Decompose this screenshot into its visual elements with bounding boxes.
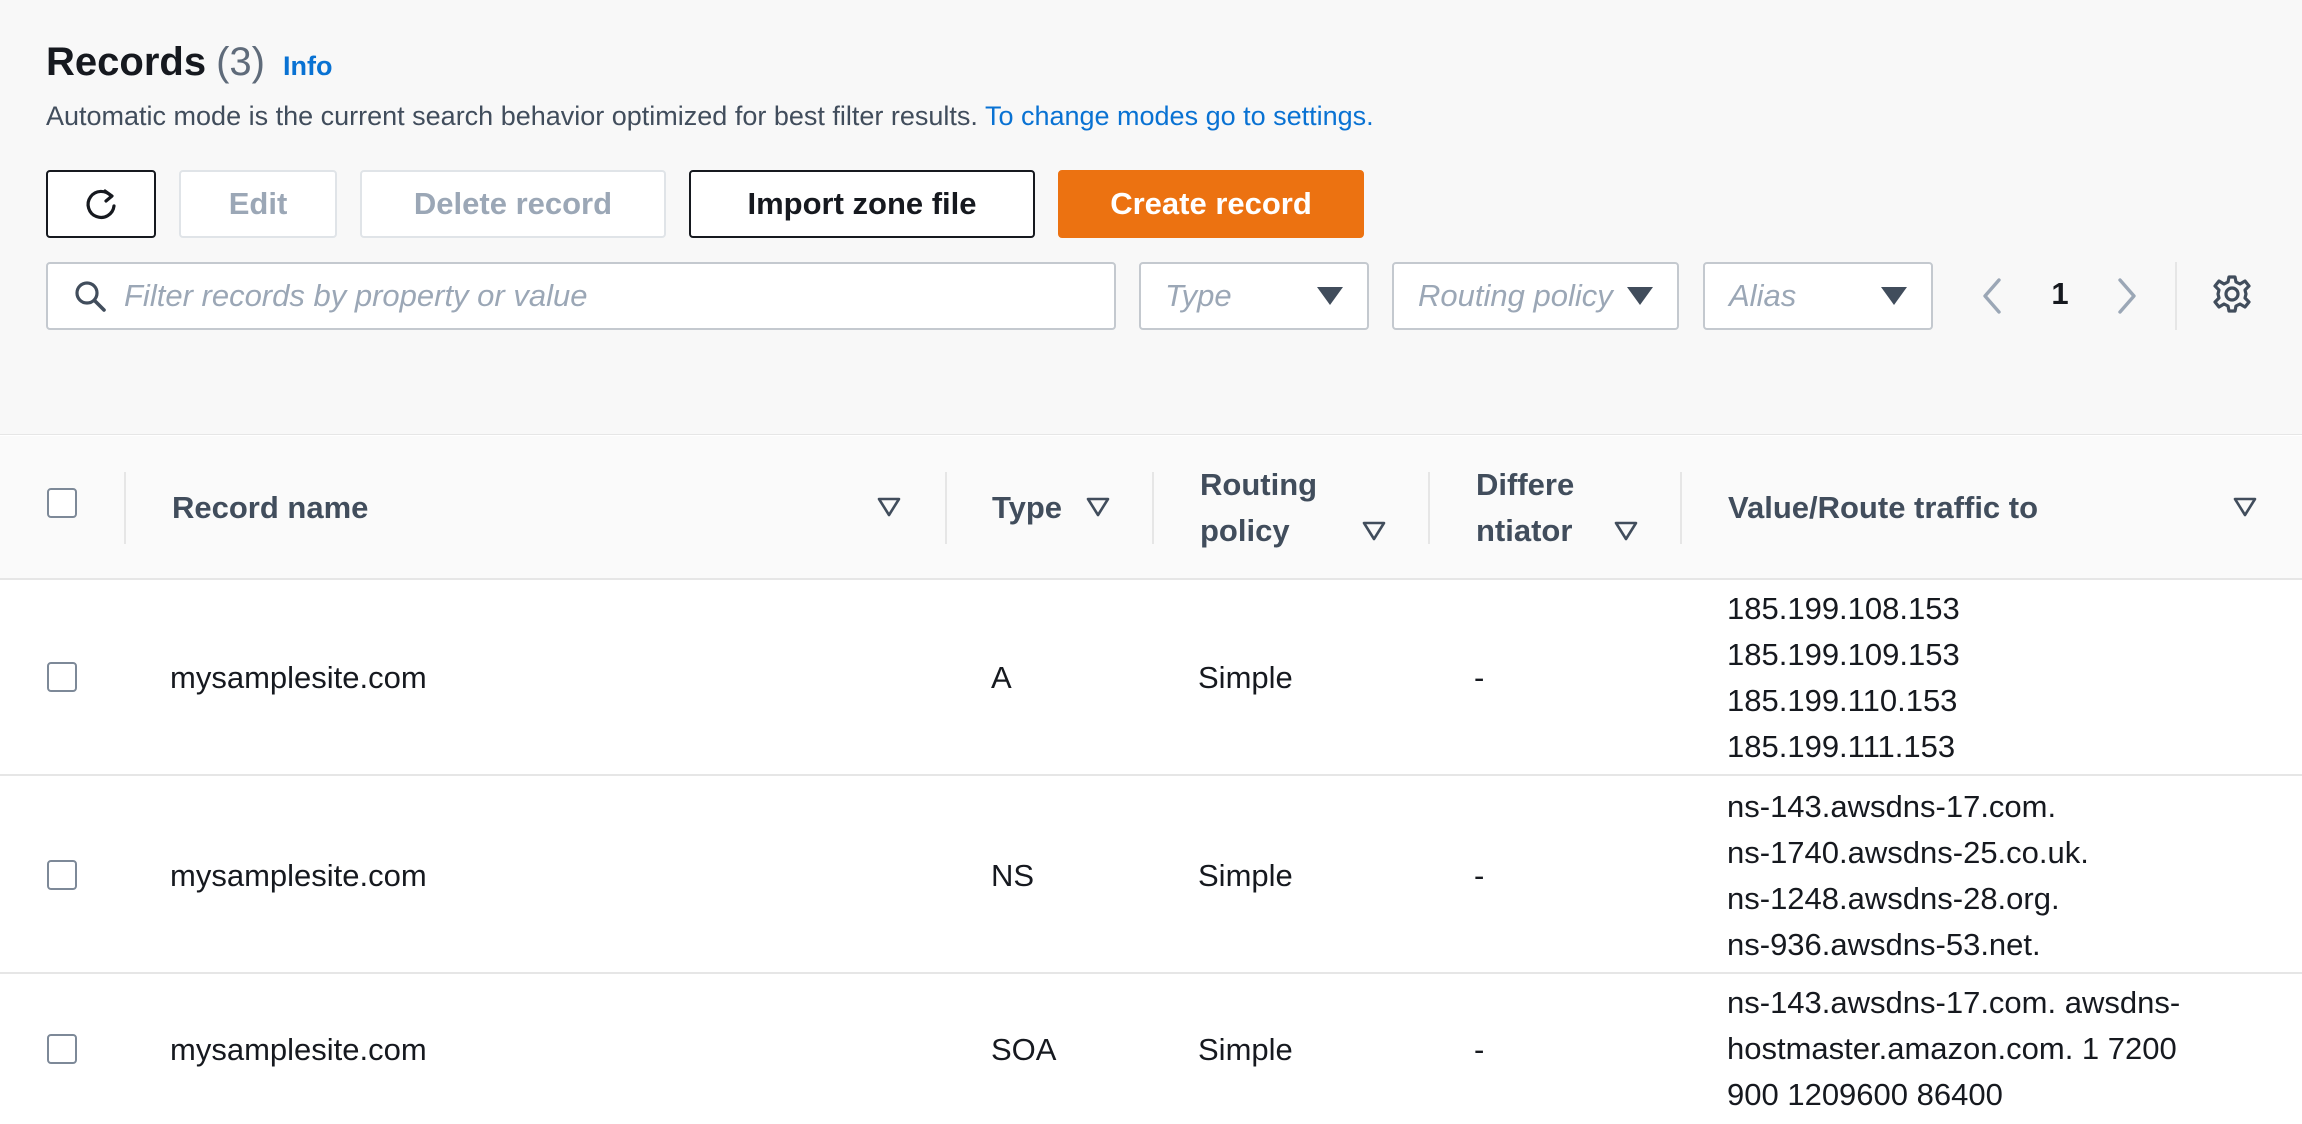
select-all-checkbox[interactable] (47, 488, 77, 518)
settings-link[interactable]: To change modes go to settings. (985, 101, 1374, 131)
gear-icon[interactable] (2212, 274, 2252, 314)
column-label: Type (992, 490, 1063, 525)
value-line: hostmaster.amazon.com. 1 7200 (1727, 1031, 2177, 1066)
sort-caret-icon[interactable] (877, 497, 901, 517)
value-line: 185.199.110.153 (1727, 683, 1958, 718)
value-cell: 185.199.108.153 185.199.109.153 185.199.… (1727, 586, 1960, 770)
column-label: Record name (172, 490, 369, 525)
search-icon (75, 281, 106, 312)
table-row[interactable]: mysamplesite.com SOA Simple - ns-143.aws… (0, 974, 2302, 1124)
row-checkbox[interactable] (47, 1034, 77, 1064)
value-cell: ns-143.awsdns-17.com. awsdns- hostmaster… (1727, 980, 2180, 1118)
column-divider (1428, 472, 1430, 544)
search-mode-description: Automatic mode is the current search beh… (46, 101, 1374, 132)
value-line: ns-1740.awsdns-25.co.uk. (1727, 835, 2089, 870)
next-page-icon[interactable] (2110, 276, 2144, 316)
differentiator-cell: - (1474, 1032, 1485, 1067)
type-cell: NS (991, 858, 1035, 893)
alias-filter-placeholder: Alias (1729, 278, 1797, 313)
records-header-panel: Records (3) Info Automatic mode is the c… (0, 0, 2302, 435)
column-label-line-2: policy (1200, 513, 1290, 548)
filter-search-box (46, 262, 1116, 330)
column-label: Routing policy (1200, 462, 1317, 554)
column-label-line-2: ntiator (1476, 513, 1573, 548)
record-name-cell: mysamplesite.com (170, 660, 427, 695)
value-line: 185.199.108.153 (1727, 591, 1960, 626)
routing-policy-cell: Simple (1198, 1032, 1293, 1067)
sort-caret-icon[interactable] (1614, 521, 1638, 541)
previous-page-icon[interactable] (1975, 276, 2009, 316)
delete-record-button[interactable]: Delete record (360, 170, 666, 238)
value-line: 900 1209600 86400 (1727, 1077, 2003, 1112)
differentiator-cell: - (1474, 660, 1485, 695)
value-line: ns-143.awsdns-17.com. (1727, 789, 2057, 824)
column-header-type[interactable]: Type (992, 436, 1172, 580)
column-label-line-1: Differe (1476, 467, 1575, 502)
routing-policy-cell: Simple (1198, 660, 1293, 695)
refresh-icon (86, 189, 116, 219)
refresh-button[interactable] (46, 170, 156, 238)
row-checkbox[interactable] (47, 662, 77, 692)
column-header-routing-policy[interactable]: Routing policy (1200, 436, 1400, 580)
routing-policy-cell: Simple (1198, 858, 1293, 893)
value-cell: ns-143.awsdns-17.com. ns-1740.awsdns-25.… (1727, 784, 2089, 968)
row-checkbox[interactable] (47, 860, 77, 890)
column-label-line-1: Routing (1200, 467, 1318, 502)
record-name-cell: mysamplesite.com (170, 1032, 427, 1067)
column-divider (1152, 472, 1154, 544)
table-header: Record name Type Routing policy Differe … (0, 436, 2302, 580)
title-row: Records (3) Info (46, 40, 332, 85)
page-title: Records (46, 40, 207, 84)
type-cell: SOA (991, 1032, 1057, 1067)
type-filter-placeholder: Type (1165, 278, 1232, 313)
sort-caret-icon[interactable] (1362, 521, 1386, 541)
sort-caret-icon[interactable] (1086, 497, 1110, 517)
column-label: Differe ntiator (1476, 462, 1574, 554)
filter-records-input[interactable] (124, 278, 1084, 314)
value-line: ns-1248.awsdns-28.org. (1727, 881, 2060, 916)
description-text: Automatic mode is the current search beh… (46, 101, 978, 131)
value-line: 185.199.109.153 (1727, 637, 1960, 672)
edit-button[interactable]: Edit (179, 170, 337, 238)
column-divider (1680, 472, 1682, 544)
create-record-button[interactable]: Create record (1058, 170, 1364, 238)
caret-down-icon (1627, 287, 1653, 305)
caret-down-icon (1881, 287, 1907, 305)
record-name-cell: mysamplesite.com (170, 858, 427, 893)
column-header-record-name[interactable]: Record name (172, 436, 912, 580)
caret-down-icon (1317, 287, 1343, 305)
table-row[interactable]: mysamplesite.com NS Simple - ns-143.awsd… (0, 776, 2302, 974)
value-line: ns-936.awsdns-53.net. (1727, 927, 2041, 962)
table-row[interactable]: mysamplesite.com A Simple - 185.199.108.… (0, 580, 2302, 776)
record-count: (3) (216, 40, 265, 84)
alias-filter-select[interactable]: Alias (1703, 262, 1933, 330)
column-divider (124, 472, 126, 544)
sort-caret-icon[interactable] (2233, 497, 2257, 517)
column-header-differentiator[interactable]: Differe ntiator (1476, 436, 1676, 580)
info-link[interactable]: Info (283, 51, 332, 82)
current-page-number[interactable]: 1 (2040, 276, 2080, 312)
differentiator-cell: - (1474, 858, 1485, 893)
divider (2175, 262, 2177, 330)
import-zone-file-button[interactable]: Import zone file (689, 170, 1035, 238)
type-cell: A (991, 660, 1012, 695)
type-filter-select[interactable]: Type (1139, 262, 1369, 330)
routing-filter-placeholder: Routing policy (1418, 278, 1613, 313)
routing-policy-filter-select[interactable]: Routing policy (1392, 262, 1679, 330)
column-header-value[interactable]: Value/Route traffic to (1728, 436, 2228, 580)
value-line: ns-143.awsdns-17.com. awsdns- (1727, 985, 2181, 1020)
column-label: Value/Route traffic to (1728, 490, 2039, 525)
value-line: 185.199.111.153 (1727, 729, 1956, 764)
column-divider (945, 472, 947, 544)
